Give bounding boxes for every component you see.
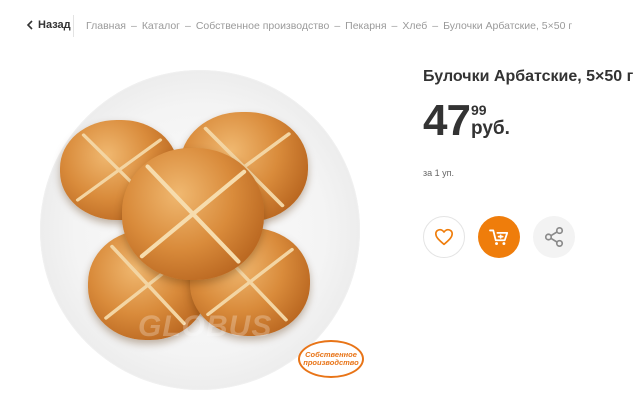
price-block: 47 99 руб. — [423, 96, 633, 158]
back-label: Назад — [38, 19, 71, 31]
badge-line-2: производство — [303, 358, 359, 367]
watermark: GLOBUS — [138, 310, 273, 343]
breadcrumb-separator: – — [334, 20, 341, 32]
bun-center — [122, 148, 264, 280]
price-rubles: 47 — [423, 96, 471, 145]
add-to-cart-button[interactable] — [478, 216, 520, 258]
breadcrumb-catalog[interactable]: Каталог — [142, 20, 180, 32]
share-icon — [544, 227, 564, 247]
breadcrumb-current: Булочки Арбатские, 5×50 г — [443, 20, 573, 32]
breadcrumb-bread[interactable]: Хлеб — [402, 20, 427, 32]
top-navigation: Назад Главная – Каталог – Собственное произв… — [0, 0, 640, 52]
product-title: Булочки Арбатские, 5×50 г — [423, 68, 634, 85]
heart-icon — [435, 228, 453, 246]
own-production-badge: Собственное производство — [298, 340, 364, 378]
breadcrumb-home[interactable]: Главная — [86, 20, 126, 32]
breadcrumb-own-production[interactable]: Собственное производство — [196, 20, 329, 32]
breadcrumb-separator: – — [184, 20, 191, 32]
chevron-left-icon — [26, 20, 33, 30]
unit-note: за 1 уп. — [423, 168, 455, 178]
divider — [73, 15, 74, 37]
breadcrumb-separator: – — [391, 20, 398, 32]
product-actions — [423, 216, 575, 258]
back-button[interactable]: Назад — [26, 19, 71, 31]
product-info: Булочки Арбатские, 5×50 г 47 99 руб. за … — [423, 68, 633, 178]
favorite-button[interactable] — [423, 216, 465, 258]
product-image[interactable]: GLOBUS Собственное производство — [30, 60, 390, 400]
breadcrumb-bakery[interactable]: Пекарня — [345, 20, 386, 32]
breadcrumb-separator: – — [432, 20, 439, 32]
price-kopecks: 99 — [471, 102, 487, 118]
breadcrumb: Главная – Каталог – Собственное производство… — [86, 20, 572, 32]
share-button[interactable] — [533, 216, 575, 258]
cart-icon — [489, 229, 509, 246]
breadcrumb-separator: – — [130, 20, 137, 32]
price-currency: руб. — [471, 118, 510, 139]
